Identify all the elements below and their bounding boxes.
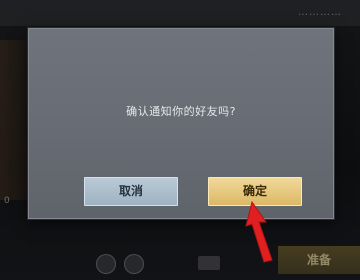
background-left-panel — [0, 40, 28, 200]
background-mic-icon — [96, 254, 116, 274]
background-chat-icon — [198, 256, 220, 270]
red-arrow-icon — [245, 200, 273, 263]
dialog-message: 确认通知你的好友吗? — [126, 105, 236, 118]
background-top-bar-text: ………… — [298, 7, 342, 18]
background-left-count: 0 — [4, 196, 10, 206]
confirm-notify-dialog: 确认通知你的好友吗? 取消 确定 — [28, 28, 334, 219]
background-ready-button: 准备 — [278, 246, 360, 274]
background-settings-icon — [124, 254, 144, 274]
background-top-bar: ………… — [0, 0, 360, 26]
game-screen: ………… 0 准备 确认通知你的好友吗? 取消 确定 — [0, 0, 360, 280]
cancel-button[interactable]: 取消 — [84, 177, 178, 206]
